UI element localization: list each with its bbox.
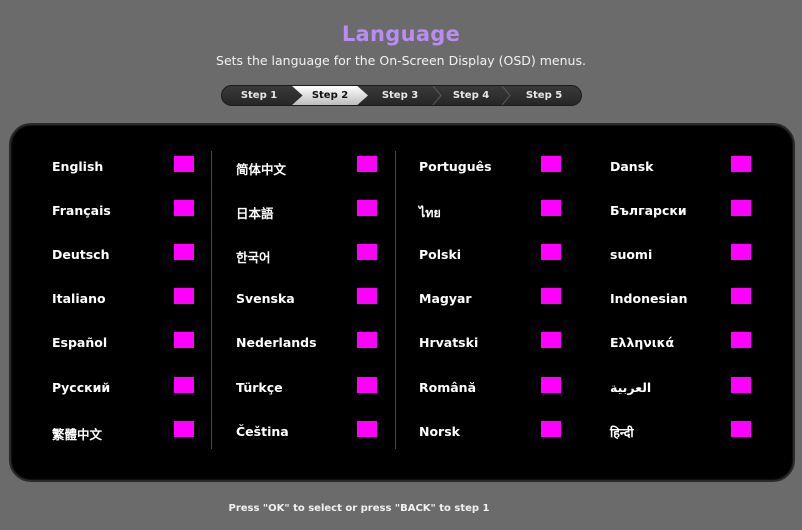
language-option[interactable]: 한국어: [236, 244, 406, 266]
language-option[interactable]: Polski: [419, 244, 589, 266]
language-label: Nederlands: [236, 335, 317, 350]
language-select-box[interactable]: [357, 288, 377, 304]
language-option[interactable]: Français: [52, 200, 222, 222]
language-select-box[interactable]: [731, 200, 751, 216]
language-select-box[interactable]: [731, 377, 751, 393]
language-option[interactable]: Čeština: [236, 421, 406, 443]
language-option[interactable]: Português: [419, 156, 589, 178]
language-option[interactable]: Magyar: [419, 288, 589, 310]
language-select-box[interactable]: [541, 377, 561, 393]
language-option[interactable]: Italiano: [52, 288, 222, 310]
language-select-box[interactable]: [541, 244, 561, 260]
language-label: 简体中文: [236, 162, 287, 177]
language-select-box[interactable]: [357, 200, 377, 216]
language-option[interactable]: Ελληνικά: [610, 332, 780, 354]
language-select-box[interactable]: [731, 244, 751, 260]
language-label: Indonesian: [610, 291, 688, 306]
language-label: Čeština: [236, 424, 289, 439]
language-label: Português: [419, 159, 492, 174]
language-option[interactable]: Español: [52, 332, 222, 354]
language-label: Hrvatski: [419, 335, 479, 350]
language-option[interactable]: हिन्दी: [610, 421, 780, 443]
language-label: Български: [610, 203, 687, 218]
language-label: Deutsch: [52, 247, 110, 262]
language-option[interactable]: Română: [419, 377, 589, 399]
language-label: 繁體中文: [52, 427, 103, 442]
language-label: Ελληνικά: [610, 335, 675, 350]
language-option[interactable]: العربية: [610, 377, 780, 399]
language-option[interactable]: Nederlands: [236, 332, 406, 354]
language-select-box[interactable]: [731, 288, 751, 304]
language-select-box[interactable]: [541, 421, 561, 437]
language-label: 한국어: [236, 250, 271, 265]
language-option[interactable]: Türkçe: [236, 377, 406, 399]
language-option[interactable]: 日本語: [236, 200, 406, 222]
language-option[interactable]: Norsk: [419, 421, 589, 443]
step-1[interactable]: Step 1: [222, 86, 296, 105]
language-option[interactable]: Indonesian: [610, 288, 780, 310]
language-label: Русский: [52, 380, 111, 395]
language-select-box[interactable]: [731, 156, 751, 172]
language-option[interactable]: Hrvatski: [419, 332, 589, 354]
language-option[interactable]: 繁體中文: [52, 421, 222, 443]
language-option[interactable]: English: [52, 156, 222, 178]
language-select-box[interactable]: [174, 244, 194, 260]
language-select-box[interactable]: [174, 156, 194, 172]
language-select-box[interactable]: [174, 288, 194, 304]
language-select-box[interactable]: [731, 332, 751, 348]
language-select-box[interactable]: [357, 421, 377, 437]
language-label: Français: [52, 203, 111, 218]
language-label: Türkçe: [236, 380, 283, 395]
language-option[interactable]: Dansk: [610, 156, 780, 178]
language-label: 日本語: [236, 206, 274, 221]
language-select-box[interactable]: [541, 200, 561, 216]
step-2[interactable]: Step 2: [292, 86, 368, 105]
step-separator-icon: [501, 86, 511, 105]
language-label: English: [52, 159, 104, 174]
step-progress-bar: Step 1 Step 2 Step 3 Step 4 Step 5: [221, 85, 582, 106]
language-select-box[interactable]: [541, 156, 561, 172]
language-select-box[interactable]: [357, 156, 377, 172]
language-option[interactable]: ไทย: [419, 200, 589, 222]
language-select-box[interactable]: [731, 421, 751, 437]
language-select-box[interactable]: [174, 200, 194, 216]
language-option[interactable]: 简体中文: [236, 156, 406, 178]
language-label: Polski: [419, 247, 462, 262]
language-label: Română: [419, 380, 477, 395]
language-select-box[interactable]: [541, 288, 561, 304]
language-label: العربية: [610, 380, 652, 395]
language-label: Español: [52, 335, 108, 350]
language-select-box[interactable]: [174, 377, 194, 393]
language-label: Svenska: [236, 291, 295, 306]
language-select-box[interactable]: [541, 332, 561, 348]
page-title: Language: [341, 22, 461, 46]
language-label: suomi: [610, 247, 653, 262]
language-label: Dansk: [610, 159, 654, 174]
language-label: हिन्दी: [610, 425, 634, 440]
page-subtitle: Sets the language for the On-Screen Disp…: [216, 53, 586, 68]
language-option[interactable]: Български: [610, 200, 780, 222]
language-select-box[interactable]: [174, 421, 194, 437]
footer-hint: Press "OK" to select or press "BACK" to …: [228, 503, 490, 514]
language-select-box[interactable]: [357, 332, 377, 348]
language-select-box[interactable]: [357, 244, 377, 260]
language-option[interactable]: Русский: [52, 377, 222, 399]
language-option[interactable]: Svenska: [236, 288, 406, 310]
language-option[interactable]: Deutsch: [52, 244, 222, 266]
language-option[interactable]: suomi: [610, 244, 780, 266]
language-select-box[interactable]: [174, 332, 194, 348]
step-5[interactable]: Step 5: [506, 86, 581, 105]
language-label: ไทย: [419, 205, 441, 220]
language-setup-screen: Language Sets the language for the On-Sc…: [0, 0, 802, 530]
step-separator-icon: [432, 86, 442, 105]
language-label: Magyar: [419, 291, 472, 306]
language-label: Norsk: [419, 424, 460, 439]
language-label: Italiano: [52, 291, 106, 306]
step-4[interactable]: Step 4: [436, 86, 506, 105]
language-select-box[interactable]: [357, 377, 377, 393]
step-3[interactable]: Step 3: [364, 86, 436, 105]
